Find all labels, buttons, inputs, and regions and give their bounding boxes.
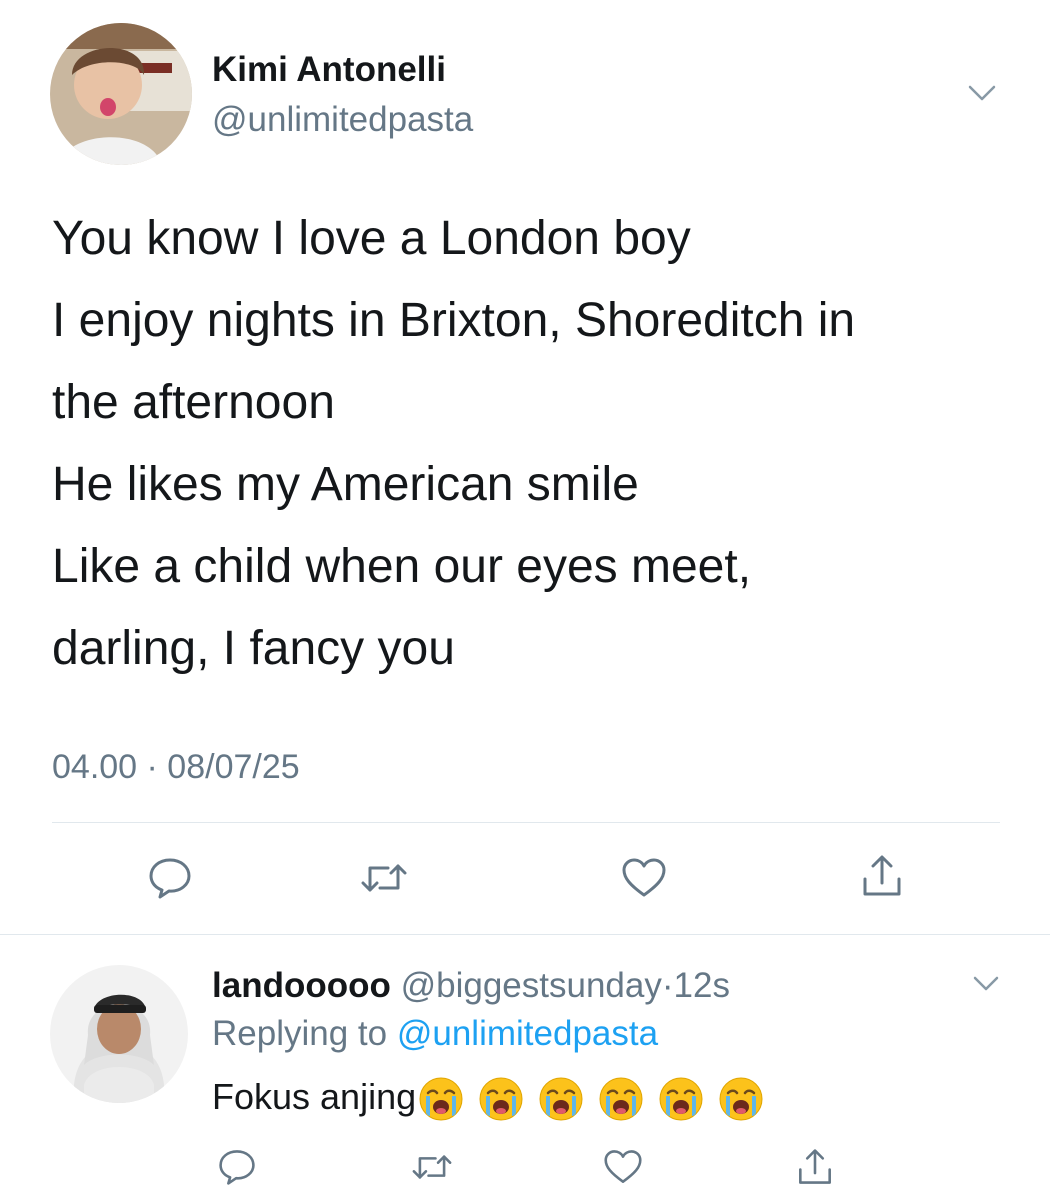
reply-author-name[interactable]: landooooo (212, 966, 391, 1005)
reply-menu-button[interactable] (966, 966, 1006, 1000)
tweet-line: darling, I fancy you (52, 622, 455, 675)
retweet-button[interactable] (354, 850, 414, 906)
author-handle[interactable]: @unlimitedpasta (212, 100, 473, 140)
tweet-timestamp[interactable]: 04.00 · 08/07/25 (52, 748, 300, 787)
tweet-line: I enjoy nights in Brixton, Shoreditch in (52, 294, 856, 347)
tweet-line: He likes my American smile (52, 458, 639, 511)
share-button[interactable] (790, 1142, 840, 1192)
loudly-crying-face-emoji (659, 1077, 703, 1121)
reply-button[interactable] (212, 1142, 262, 1192)
reply-header: landooooo @biggestsunday·12s (212, 966, 730, 1006)
reply-text: Fokus anjing (212, 1076, 764, 1122)
tweet-line: You know I love a London boy (52, 212, 691, 265)
reply-icon (149, 858, 191, 899)
like-button[interactable] (614, 850, 674, 906)
reply-button[interactable] (140, 850, 200, 906)
author-avatar[interactable] (50, 23, 192, 165)
reply-icon (219, 1150, 255, 1185)
retweet-icon (412, 1155, 452, 1179)
tweet-menu-button[interactable] (962, 76, 1002, 110)
loudly-crying-face-emoji (599, 1077, 643, 1121)
chevron-down-icon (968, 85, 996, 101)
share-button[interactable] (852, 848, 912, 904)
user-photo-avatar-icon (50, 23, 192, 165)
loudly-crying-face-emoji (419, 1077, 463, 1121)
divider (0, 934, 1050, 935)
emoji-row (416, 1076, 764, 1121)
tweet-body: You know I love a London boy I enjoy nig… (52, 198, 1012, 690)
tweet-line: the afternoon (52, 376, 335, 429)
user-photo-avatar-icon (50, 965, 188, 1103)
heart-icon (604, 1150, 642, 1183)
replying-to: Replying to @unlimitedpasta (212, 1014, 658, 1054)
like-button[interactable] (598, 1142, 648, 1192)
loudly-crying-face-emoji (479, 1077, 523, 1121)
loudly-crying-face-emoji (719, 1077, 763, 1121)
reply-text-content: Fokus anjing (212, 1076, 417, 1117)
author-name[interactable]: Kimi Antonelli (212, 50, 446, 90)
heart-icon (622, 858, 666, 897)
loudly-crying-face-emoji (539, 1077, 583, 1121)
replying-to-label: Replying to (212, 1014, 388, 1053)
reply-author-handle[interactable]: @biggestsunday (401, 966, 662, 1005)
reply-time[interactable]: 12s (674, 966, 730, 1005)
tweet-line: Like a child when our eyes meet, (52, 540, 752, 593)
share-icon (863, 855, 901, 896)
divider (52, 822, 1000, 823)
separator-dot: · (661, 966, 674, 1005)
share-icon (799, 1149, 831, 1184)
reply-avatar[interactable] (50, 965, 188, 1103)
chevron-down-icon (973, 976, 999, 990)
retweet-icon (361, 864, 407, 892)
replying-to-handle[interactable]: @unlimitedpasta (397, 1014, 658, 1053)
retweet-button[interactable] (404, 1142, 460, 1192)
